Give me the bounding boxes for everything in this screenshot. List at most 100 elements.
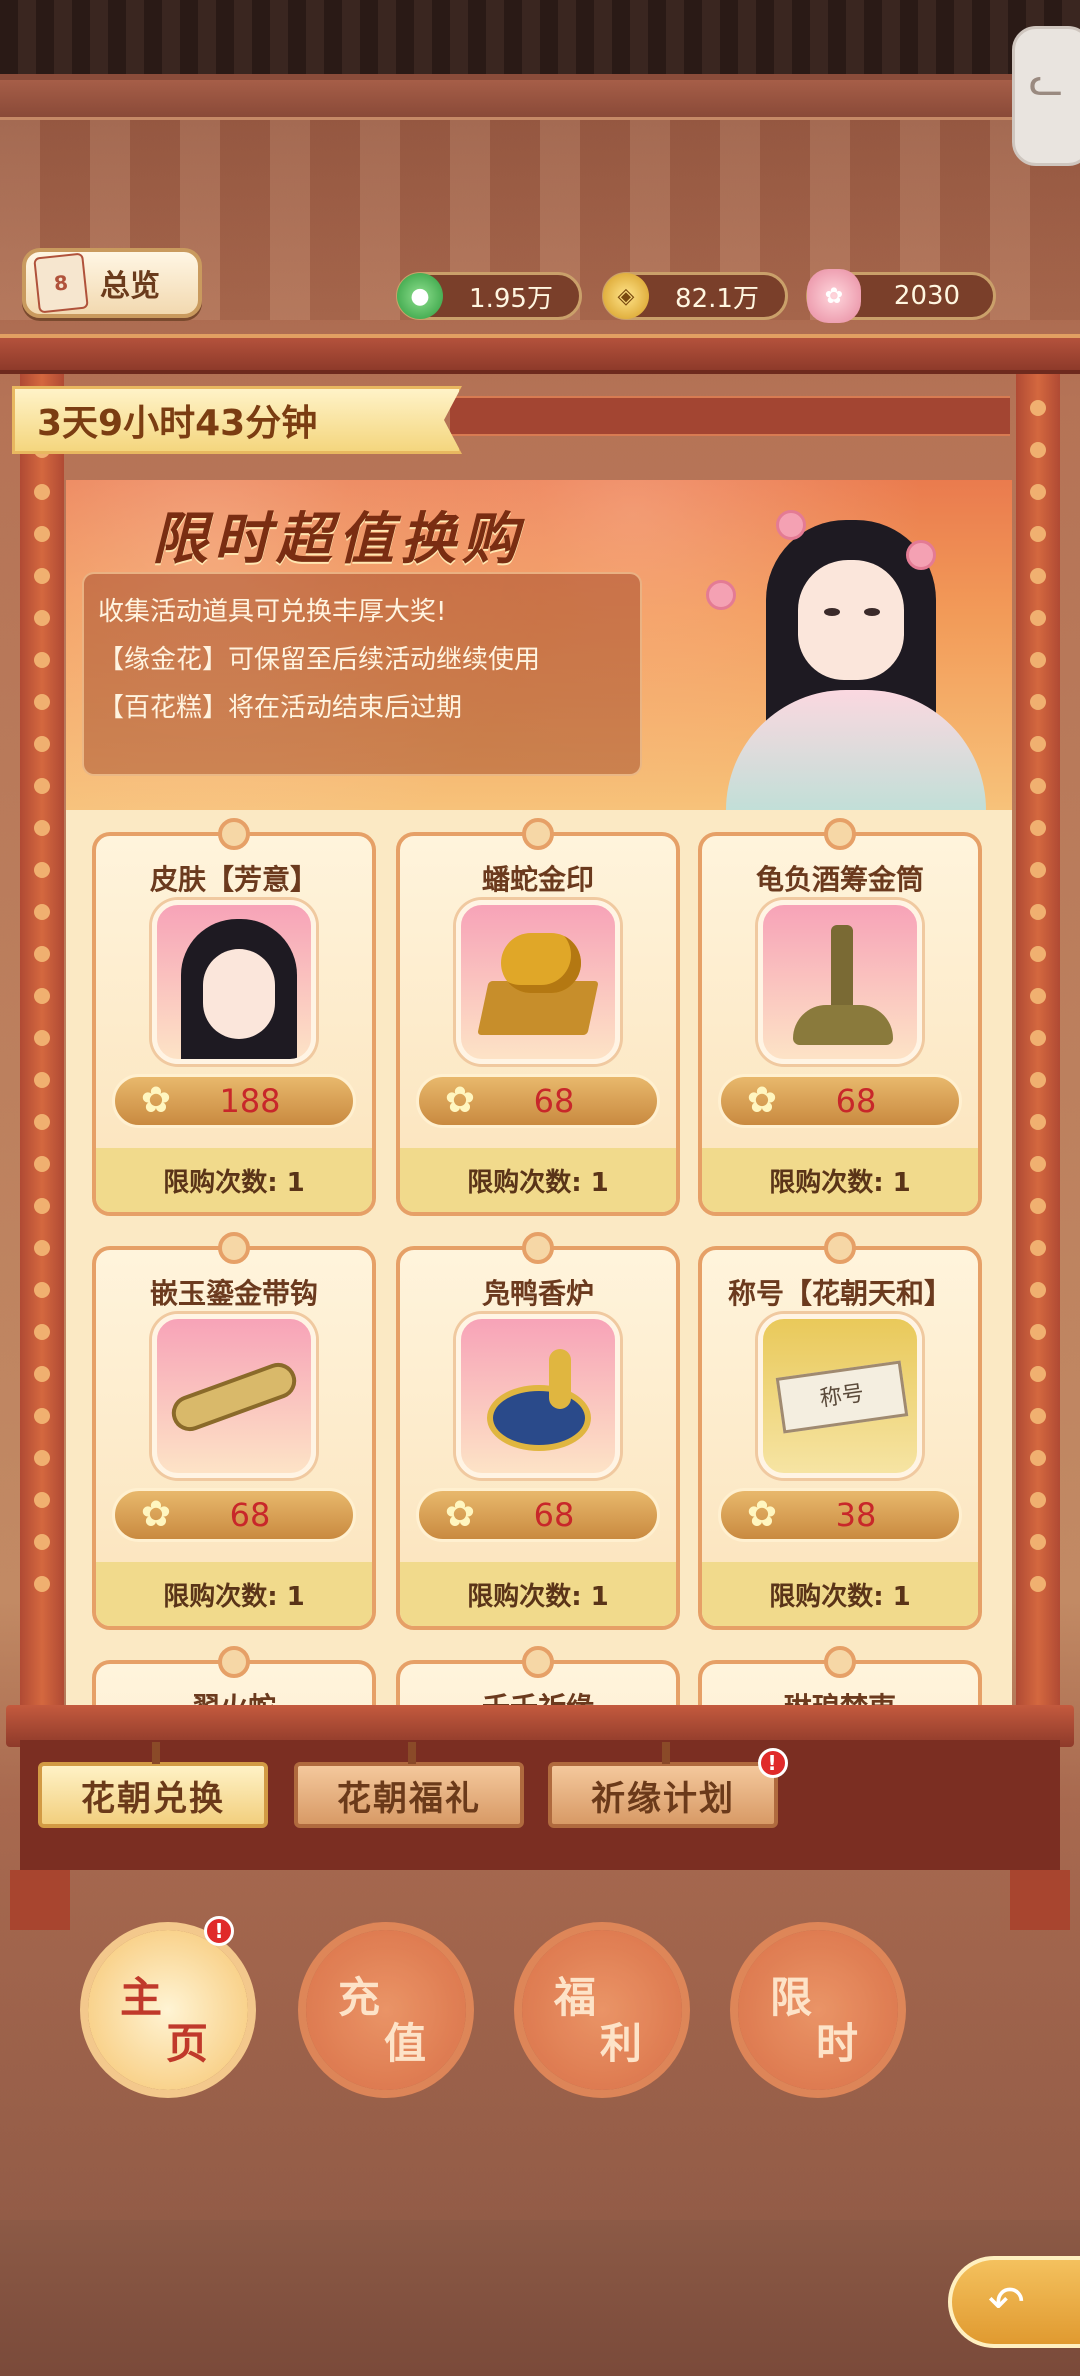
item-card-row3-2[interactable]: 千千祈缘 xyxy=(396,1646,680,1705)
back-button[interactable]: ↶ xyxy=(948,2256,1080,2348)
item-name: 凫鸭香炉 xyxy=(481,1277,594,1310)
item-turtle-tube-image xyxy=(758,900,922,1064)
price-button[interactable]: ✿ 68 xyxy=(112,1488,356,1542)
currency-gold[interactable]: ◈ 82.1万 xyxy=(602,272,788,320)
jade-coin-icon: ● xyxy=(397,273,443,319)
price-button[interactable]: ✿ 68 xyxy=(718,1074,962,1128)
banner-title: 限时超值换购 xyxy=(152,507,524,572)
tab-flower-gift[interactable]: 花朝福礼 xyxy=(294,1742,524,1828)
item-name: 嵌玉鎏金带钩 xyxy=(149,1277,318,1310)
top-beam xyxy=(0,0,1080,80)
item-name: 琳琅梦東 xyxy=(702,1686,978,1705)
overview-button[interactable]: 8 总览 xyxy=(22,248,202,318)
purchase-limit: 限购次数: 1 xyxy=(702,1562,978,1626)
flower-currency-icon: ✿ xyxy=(746,1080,778,1121)
purchase-limit: 限购次数: 1 xyxy=(96,1562,372,1626)
title-tag-paper: 称号 xyxy=(775,1360,909,1434)
nav-label-1: 限 xyxy=(770,1973,813,2022)
nav-label-2: 时 xyxy=(816,2019,859,2068)
top-beam-trim xyxy=(0,80,1080,120)
banner-line: 【百花糕】将在活动结束后过期 xyxy=(98,693,463,723)
banner-line: 收集活动道具可兑换丰厚大奖! xyxy=(98,597,447,627)
tab-flower-exchange[interactable]: 花朝兑换 xyxy=(38,1742,268,1828)
item-name: 龟负酒筹金筒 xyxy=(755,863,924,896)
banner-line: 【缘金花】可保留至后续活动继续使用 xyxy=(98,645,541,675)
left-pillar xyxy=(20,374,64,1734)
timer-bar xyxy=(450,396,1010,436)
floor xyxy=(0,2220,1080,2376)
tab-hanger xyxy=(662,1742,670,1764)
item-belt-hook-image xyxy=(152,1314,316,1478)
nav-label-2: 页 xyxy=(166,2019,209,2068)
flower-currency-icon: ✿ xyxy=(140,1494,172,1535)
price-value: 68 xyxy=(835,1082,877,1120)
purchase-limit: 限购次数: 1 xyxy=(400,1148,676,1212)
currency-flower[interactable]: ✿ 2030 xyxy=(806,269,996,323)
tab-wish-plan[interactable]: 祈缘计划 ! xyxy=(548,1742,788,1828)
gold-coin-icon: ◈ xyxy=(603,273,649,319)
price-button[interactable]: ✿ 68 xyxy=(416,1074,660,1128)
price-value: 68 xyxy=(229,1496,271,1534)
flower-currency-icon: ✿ xyxy=(746,1494,778,1535)
notification-badge: ! xyxy=(758,1748,788,1778)
price-button[interactable]: ✿ 188 xyxy=(112,1074,356,1128)
item-card-belt-hook[interactable]: 嵌玉鎏金带钩 ✿ 68 限购次数: 1 xyxy=(92,1232,376,1630)
item-card-duck-censer[interactable]: 凫鸭香炉 ✿ 68 限购次数: 1 xyxy=(396,1232,680,1630)
item-card-turtle-tube[interactable]: 龟负酒筹金筒 ✿ 68 限购次数: 1 xyxy=(698,818,982,1216)
event-banner: 限时超值换购 收集活动道具可兑换丰厚大奖! 【缘金花】可保留至后续活动继续使用 … xyxy=(66,480,1012,810)
calendar-icon: 8 xyxy=(33,252,89,314)
price-value: 38 xyxy=(835,1496,877,1534)
price-button[interactable]: ✿ 38 xyxy=(718,1488,962,1542)
price-value: 68 xyxy=(533,1082,575,1120)
item-card-title[interactable]: 称号【花朝天和】 称号 ✿ 38 限购次数: 1 xyxy=(698,1232,982,1630)
price-value: 188 xyxy=(219,1082,281,1120)
currency-gold-value: 82.1万 xyxy=(675,283,759,314)
item-name: 皮肤【芳意】 xyxy=(149,863,318,896)
tab-label: 花朝兑换 xyxy=(81,1778,225,1819)
item-card-row3-1[interactable]: 翟火蛇 xyxy=(92,1646,376,1705)
exchange-item-grid[interactable]: 皮肤【芳意】 ✿ 188 限购次数: 1 蟠蛇金印 ✿ 68 限购次数: 1 龟… xyxy=(66,810,1012,1705)
notification-badge: ! xyxy=(204,1916,234,1946)
item-card-row3-3[interactable]: 琳琅梦東 xyxy=(698,1646,982,1705)
nav-label-1: 福 xyxy=(554,1973,597,2022)
back-arrow-icon: ↶ xyxy=(988,2276,1025,2328)
character-illustration xyxy=(706,490,1006,810)
tab-hanger xyxy=(152,1742,160,1764)
item-skin-image xyxy=(152,900,316,1064)
purchase-limit: 限购次数: 1 xyxy=(702,1148,978,1212)
purchase-limit: 限购次数: 1 xyxy=(96,1148,372,1212)
item-card-skin[interactable]: 皮肤【芳意】 ✿ 188 限购次数: 1 xyxy=(92,818,376,1216)
pavilion-roof xyxy=(0,334,1080,374)
item-card-gold-seal[interactable]: 蟠蛇金印 ✿ 68 限购次数: 1 xyxy=(396,818,680,1216)
nav-recharge[interactable]: 充 值 xyxy=(306,1930,466,2090)
currency-flower-value: 2030 xyxy=(893,281,961,311)
nav-label-2: 利 xyxy=(600,2019,643,2068)
item-name: 千千祈缘 xyxy=(400,1686,676,1705)
item-duck-censer-image xyxy=(456,1314,620,1478)
banner-description: 收集活动道具可兑换丰厚大奖! 【缘金花】可保留至后续活动继续使用 【百花糕】将在… xyxy=(82,572,642,776)
tab-label: 花朝福礼 xyxy=(337,1778,481,1819)
right-pillar xyxy=(1016,374,1060,1734)
currency-jade[interactable]: ● 1.95万 xyxy=(396,272,582,320)
price-value: 68 xyxy=(533,1496,575,1534)
price-button[interactable]: ✿ 68 xyxy=(416,1488,660,1542)
overview-label: 总览 xyxy=(100,269,160,304)
item-title-image: 称号 xyxy=(758,1314,922,1478)
nav-welfare[interactable]: 福 利 xyxy=(522,1930,682,2090)
flower-currency-icon: ✿ xyxy=(444,1494,476,1535)
flower-icon: ✿ xyxy=(807,269,861,323)
flower-currency-icon: ✿ xyxy=(140,1080,172,1121)
flower-currency-icon: ✿ xyxy=(444,1080,476,1121)
nav-home[interactable]: 主 页 ! xyxy=(88,1916,248,2090)
tab-label: 祈缘计划 xyxy=(591,1778,735,1819)
calendar-day: 8 xyxy=(52,270,70,296)
counter-leg xyxy=(1010,1870,1070,1930)
counter-leg xyxy=(10,1870,70,1930)
cat-icon: ᓚ xyxy=(1029,59,1064,105)
nav-limited[interactable]: 限 时 xyxy=(738,1930,898,2090)
nav-label-1: 充 xyxy=(338,1973,381,2022)
player-avatar[interactable]: ᓚ xyxy=(1012,26,1080,166)
currency-jade-value: 1.95万 xyxy=(469,283,553,314)
item-name: 翟火蛇 xyxy=(96,1686,372,1705)
tab-hanger xyxy=(408,1742,416,1764)
